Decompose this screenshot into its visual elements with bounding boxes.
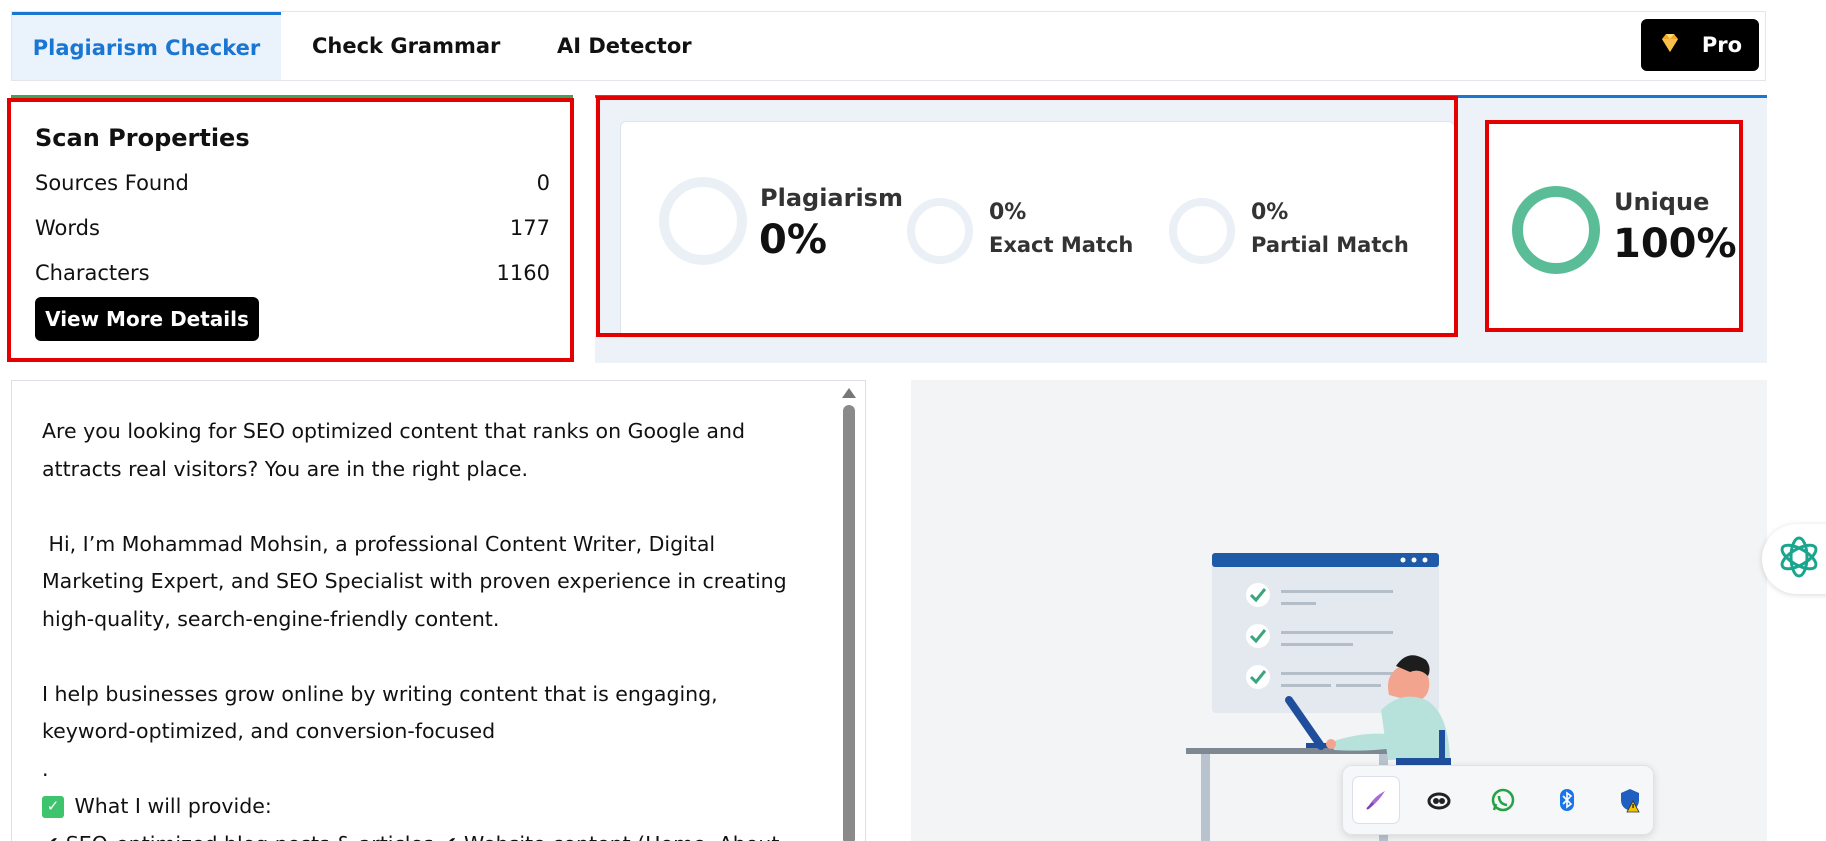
unique-ring (1512, 186, 1600, 274)
sources-found-label: Sources Found (35, 170, 189, 195)
words-value: 177 (509, 215, 550, 240)
editor-paragraph: Hi, I’m Mohammad Mohsin, a professional … (42, 531, 794, 631)
characters-label: Characters (35, 260, 150, 285)
security-shield-icon[interactable] (1607, 777, 1653, 823)
diamond-icon (1658, 31, 1682, 60)
text-input-editor[interactable]: Are you looking for SEO optimized conten… (11, 380, 866, 841)
tab-ai-detector[interactable]: AI Detector (557, 12, 692, 80)
whatsapp-icon[interactable] (1480, 777, 1526, 823)
ai-assistant-button[interactable] (1762, 524, 1826, 594)
tab-plagiarism-checker[interactable]: Plagiarism Checker (12, 12, 281, 80)
match-highlight-frame (596, 96, 1458, 337)
tool-tab-bar: Plagiarism Checker Check Grammar AI Dete… (11, 11, 1766, 81)
editor-paragraph: ✓ What I will provide: (42, 788, 812, 826)
editor-scrollbar[interactable] (843, 405, 855, 841)
characters-row: Characters 1160 (35, 250, 550, 295)
editor-paragraph: Are you looking for SEO optimized conten… (42, 419, 752, 481)
system-tray-overflow (1342, 765, 1654, 835)
editor-blank-line (42, 488, 812, 526)
scan-properties-panel: Scan Properties Sources Found 0 Words 17… (7, 98, 574, 362)
editor-content: Are you looking for SEO optimized conten… (42, 413, 812, 841)
openai-icon (1776, 534, 1822, 584)
checkbox-emoji-icon: ✓ (42, 795, 64, 818)
unique-card: Unique 100% (1485, 120, 1743, 332)
tab-check-grammar[interactable]: Check Grammar (312, 12, 500, 80)
unique-title: Unique (1614, 188, 1710, 216)
pro-label: Pro (1701, 33, 1743, 57)
scroll-up-arrow[interactable] (842, 388, 856, 398)
sources-found-row: Sources Found 0 (35, 160, 550, 205)
sources-found-value: 0 (536, 170, 550, 195)
characters-value: 1160 (496, 260, 550, 285)
unique-percent: 100% (1613, 221, 1737, 267)
editor-paragraph: ✔ SEO-optimized blog posts & articles ✔ … (42, 826, 812, 841)
provide-heading: What I will provide: (68, 794, 272, 818)
editor-paragraph: . (42, 756, 49, 781)
pen-icon[interactable] (1353, 777, 1399, 823)
editor-blank-line (42, 638, 812, 676)
editor-paragraph: I help businesses grow online by writing… (42, 681, 725, 744)
scan-properties-title: Scan Properties (35, 124, 250, 152)
words-row: Words 177 (35, 205, 550, 250)
view-more-details-button[interactable]: View More Details (35, 297, 259, 341)
pro-button[interactable]: Pro (1641, 19, 1759, 71)
creative-cloud-icon[interactable] (1417, 777, 1463, 823)
bluetooth-icon[interactable] (1544, 777, 1590, 823)
words-label: Words (35, 215, 100, 240)
